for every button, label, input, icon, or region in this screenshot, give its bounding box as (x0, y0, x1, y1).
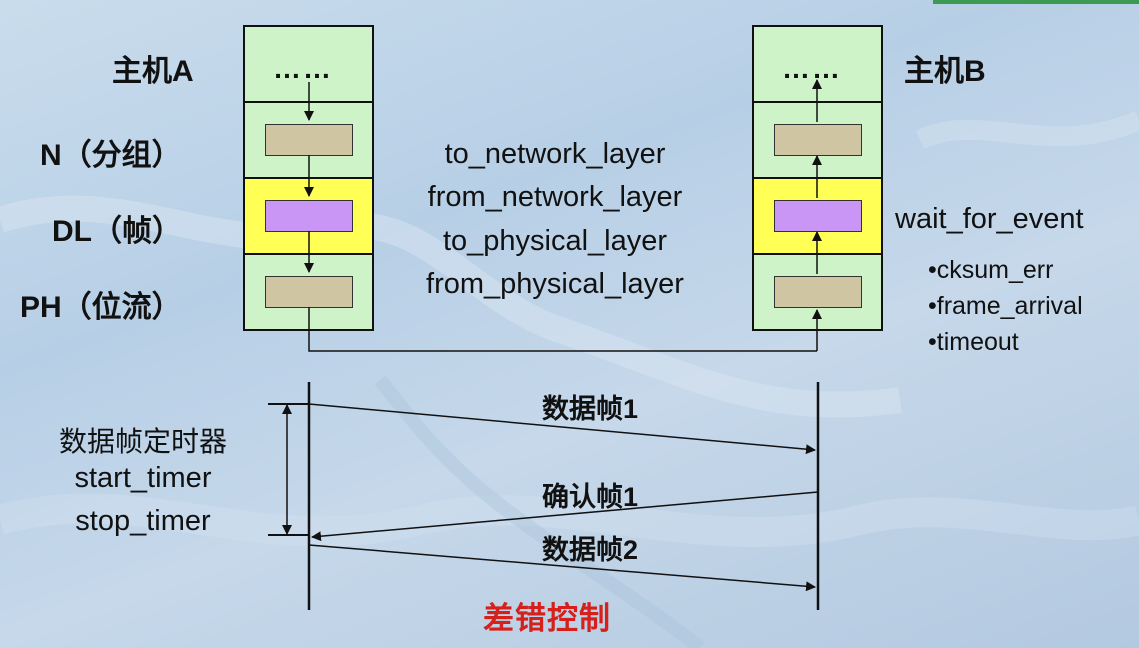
event-cksum-err: •cksum_err (928, 256, 1054, 284)
event-timeout: •timeout (928, 328, 1019, 356)
data-frame-2-label: 数据帧2 (542, 535, 639, 565)
function-from-network-layer: from_network_layer (427, 181, 683, 213)
function-to-physical-layer: to_physical_layer (442, 225, 668, 257)
timer-start-label: start_timer (74, 462, 212, 494)
event-frame-arrival: •frame_arrival (928, 292, 1083, 320)
error-control-caption: 差错控制 (483, 601, 611, 636)
ack-frame-1-label: 确认帧1 (542, 482, 639, 512)
function-from-physical-layer: from_physical_layer (426, 268, 684, 300)
function-to-network-layer: to_network_layer (444, 138, 666, 170)
wait-for-event-label: wait_for_event (895, 203, 1084, 235)
data-frame-1-label: 数据帧1 (542, 394, 639, 424)
physical-link-path (308, 307, 817, 352)
diagram-canvas: 主机A 主机B N（分组） DL（帧） PH（位流） …… …… to_netw… (0, 0, 1139, 648)
timer-stop-label: stop_timer (75, 505, 211, 537)
timer-title: 数据帧定时器 (58, 426, 227, 457)
